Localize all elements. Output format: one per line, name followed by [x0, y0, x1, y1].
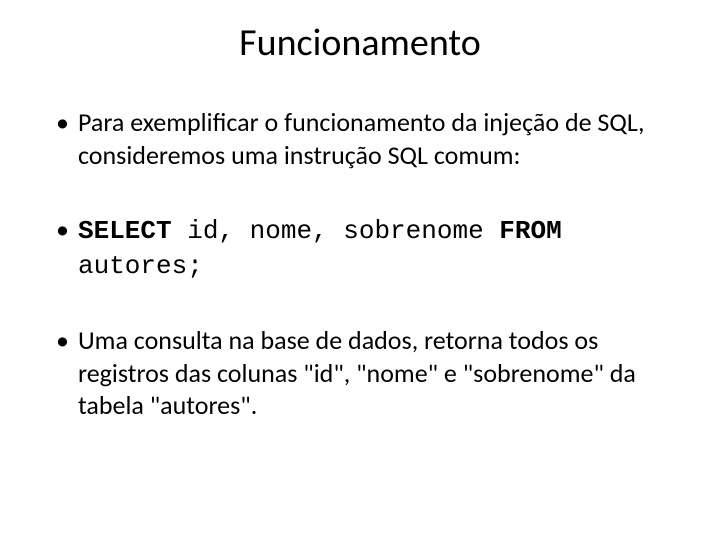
text-intro-1: Para exemplificar o funcionamento da inj… — [78, 106, 645, 171]
sql-statement: SELECT id, nome, sobrenome FROM autores; — [78, 216, 562, 281]
sql-keyword-select: SELECT — [78, 216, 172, 246]
bullet-item-explanation: Uma consulta na base de dados, retorna t… — [50, 324, 670, 422]
bullet-list: Para exemplificar o funcionamento da inj… — [50, 106, 670, 422]
text-consulta-underlined: consulta — [134, 324, 223, 356]
sql-columns: id, nome, sobrenome — [172, 216, 500, 246]
slide-title: Funcionamento — [50, 20, 670, 66]
slide: Funcionamento Para exemplificar o funcio… — [0, 0, 720, 540]
text-intro-2: comum: — [428, 139, 521, 171]
bullet-item-intro: Para exemplificar o funcionamento da inj… — [50, 106, 670, 171]
sql-keyword-from: FROM — [499, 216, 561, 246]
text-sql-underlined: SQL — [388, 139, 428, 171]
text-expl-1: Uma — [78, 324, 134, 356]
sql-table: autores; — [78, 251, 203, 281]
bullet-item-sql: SELECT id, nome, sobrenome FROM autores; — [50, 213, 670, 282]
